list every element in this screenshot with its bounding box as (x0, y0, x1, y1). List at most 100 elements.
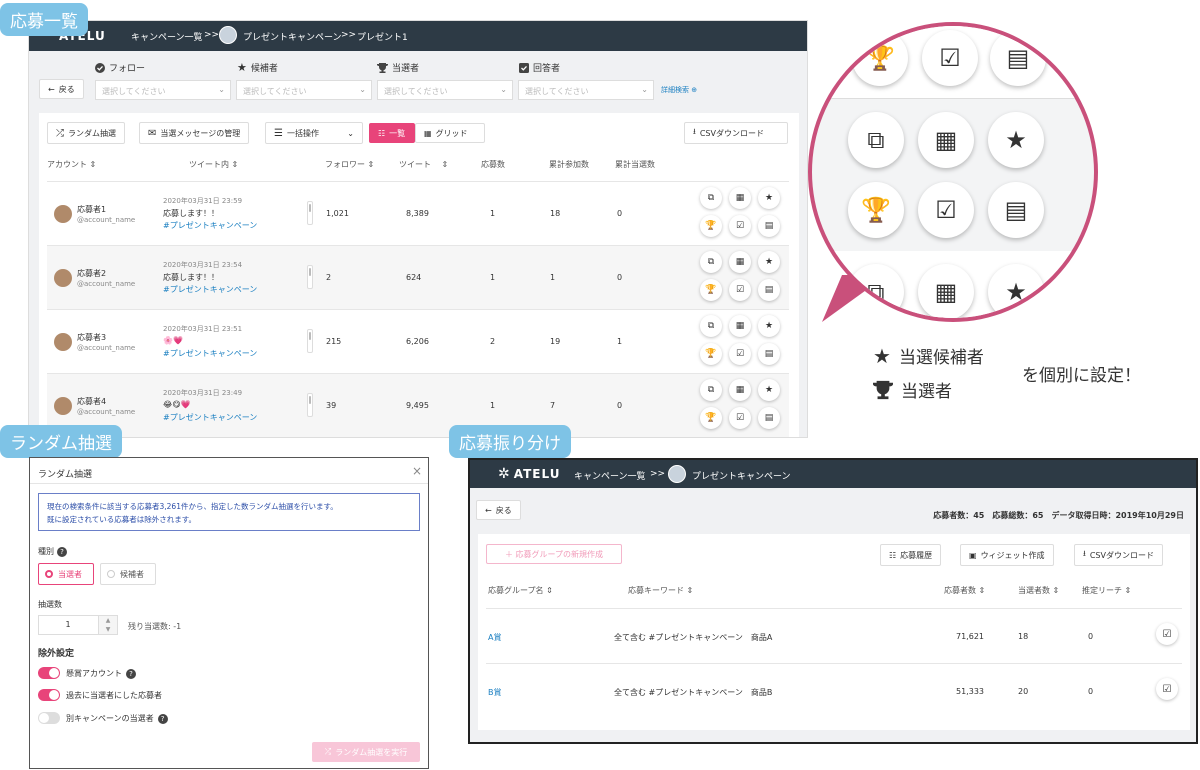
col-applicants[interactable]: 応募者数 ⇕ (944, 585, 985, 596)
campaign-avatar (668, 465, 686, 483)
grid-button[interactable]: ▦ (729, 187, 751, 209)
random-draw-dialog: ランダム抽選 × 現在の検索条件に該当する応募者3,261件から、指定した数ラン… (29, 457, 429, 769)
applications-count: 1 (490, 209, 496, 218)
bulk-action-button[interactable]: ☰ 一括操作 ⌄ (265, 122, 363, 144)
total-wins: 0 (617, 209, 623, 218)
count-stepper[interactable]: ▲ ▼ (98, 615, 118, 635)
filter-responder-label: 回答者 (519, 61, 560, 74)
col-keyword[interactable]: 応募キーワード ⇕ (628, 585, 693, 596)
remaining-count: 残り当選数: -1 (128, 622, 182, 631)
open-external-button-zoomed: ⧉ (848, 264, 904, 318)
menu-icon: ☰ (274, 127, 283, 139)
account-name[interactable]: 応募者2 (77, 268, 106, 279)
trophy-icon: 🏆 (861, 196, 891, 224)
filter-winner-select[interactable]: 選択してください ⌄ (377, 80, 513, 100)
edit-group-button[interactable]: ☑ (1156, 623, 1178, 645)
tweets-count: 9,495 (406, 401, 429, 410)
toggle-other-campaign[interactable] (38, 712, 60, 724)
open-external-button[interactable]: ⧉ (700, 251, 722, 273)
widget-button[interactable]: ▣ ウィジェット作成 (960, 544, 1054, 566)
list-icon: ☷ (378, 128, 386, 138)
trophy-button[interactable]: 🏆 (700, 279, 722, 301)
toggle-past-winners[interactable] (38, 689, 60, 701)
comment-button[interactable]: ▤ (758, 279, 780, 301)
col-group-name[interactable]: 応募グループ名 ⇕ (488, 585, 553, 596)
col-account[interactable]: アカウント ⇕ (47, 159, 96, 170)
tweet-hashtag[interactable]: #プレゼントキャンペーン (163, 220, 257, 231)
back-button[interactable]: ← 戻る (476, 500, 521, 520)
account-name[interactable]: 応募者3 (77, 332, 106, 343)
new-group-button[interactable]: ＋ 応募グループの新規作成 (486, 544, 622, 564)
col-tweets[interactable]: ツイート ⇕ (399, 159, 448, 170)
csv-download-button[interactable]: ⭳ CSVダウンロード (684, 122, 788, 144)
account-name[interactable]: 応募者1 (77, 204, 106, 215)
sort-icon: ⇕ (441, 160, 449, 169)
comment-button[interactable]: ▤ (758, 343, 780, 365)
table-row (47, 437, 789, 438)
group-name-link[interactable]: B賞 (488, 687, 502, 698)
trophy-button[interactable]: 🏆 (700, 407, 722, 429)
open-external-button[interactable]: ⧉ (700, 187, 722, 209)
filter-follow-select[interactable]: 選択してください ⌄ (95, 80, 231, 100)
group-winners: 18 (1018, 632, 1029, 641)
trophy-button[interactable]: 🏆 (700, 343, 722, 365)
filter-candidate-select[interactable]: 選択してください ⌄ (236, 80, 372, 100)
chevron-down-icon: ⌄ (218, 85, 225, 94)
followers-count: 1,021 (326, 209, 349, 218)
star-button[interactable]: ★ (758, 251, 780, 273)
star-button[interactable]: ★ (758, 187, 780, 209)
checkbox-button[interactable]: ☑ (729, 215, 751, 237)
edit-group-button[interactable]: ☑ (1156, 678, 1178, 700)
breadcrumb-campaigns[interactable]: キャンペーン一覧 (574, 469, 646, 482)
random-draw-button[interactable]: ⤮ ランダム抽選 (47, 122, 125, 144)
list-view-button[interactable]: ☷ 一覧 (369, 123, 415, 143)
help-icon: ? (57, 546, 67, 557)
col-reach[interactable]: 推定リーチ ⇕ (1082, 585, 1131, 596)
comment-icon: ▤ (764, 413, 774, 423)
grid-button[interactable]: ▦ (729, 315, 751, 337)
checkbox-button[interactable]: ☑ (729, 279, 751, 301)
comment-button[interactable]: ▤ (758, 407, 780, 429)
download-icon: ⭳ (693, 127, 696, 136)
account-name[interactable]: 応募者4 (77, 396, 106, 407)
type-winner-radio[interactable]: 当選者 (38, 563, 94, 585)
type-candidate-radio[interactable]: 候補者 (100, 563, 156, 585)
sort-icon: ⇕ (89, 160, 97, 169)
advanced-search-link[interactable]: 詳細検索 ⊕ (661, 85, 697, 95)
checkbox-button-zoomed: ☑ (922, 30, 978, 86)
comment-button[interactable]: ▤ (758, 215, 780, 237)
open-external-button[interactable]: ⧉ (700, 379, 722, 401)
run-random-draw-button[interactable]: ⤮ ランダム抽選を実行 (312, 742, 420, 762)
tweet-hashtag[interactable]: #プレゼントキャンペーン (163, 348, 257, 359)
filter-responder-select[interactable]: 選択してください ⌄ (518, 80, 654, 100)
breadcrumb-campaign[interactable]: プレゼントキャンペーン (243, 30, 342, 43)
close-icon[interactable]: × (412, 464, 422, 478)
tweet-hashtag[interactable]: #プレゼントキャンペーン (163, 412, 257, 423)
toggle-prize-account[interactable] (38, 667, 60, 679)
checkbox-button[interactable]: ☑ (729, 343, 751, 365)
account-handle: @account_name (77, 344, 136, 352)
col-winners[interactable]: 当選者数 ⇕ (1018, 585, 1059, 596)
checkbox-button[interactable]: ☑ (729, 407, 751, 429)
col-tweet[interactable]: ツイート内 ⇕ (189, 159, 238, 170)
back-button[interactable]: ← 戻る (39, 79, 84, 99)
label: 応募グループ名 (488, 586, 544, 595)
tweet-hashtag[interactable]: #プレゼントキャンペーン (163, 284, 257, 295)
applications-count: 1 (490, 273, 496, 282)
star-button[interactable]: ★ (758, 315, 780, 337)
csv-download-button[interactable]: ⭳ CSVダウンロード (1074, 544, 1163, 566)
grid-button[interactable]: ▦ (729, 379, 751, 401)
message-manage-button[interactable]: ✉ 当選メッセージの管理 (139, 122, 250, 144)
history-button[interactable]: ☷ 応募履歴 (880, 544, 942, 566)
trophy-button[interactable]: 🏆 (700, 215, 722, 237)
star-button[interactable]: ★ (758, 379, 780, 401)
grid-view-button[interactable]: ▦ グリッド (415, 123, 485, 143)
open-external-button[interactable]: ⧉ (700, 315, 722, 337)
total-wins: 0 (617, 273, 623, 282)
breadcrumb-campaigns[interactable]: キャンペーン一覧 (131, 30, 203, 43)
col-followers[interactable]: フォロワー ⇕ (325, 159, 374, 170)
group-name-link[interactable]: A賞 (488, 632, 501, 643)
label: 当選メッセージの管理 (160, 128, 241, 138)
edit-list-icon: ☑ (1162, 628, 1172, 640)
grid-button[interactable]: ▦ (729, 251, 751, 273)
